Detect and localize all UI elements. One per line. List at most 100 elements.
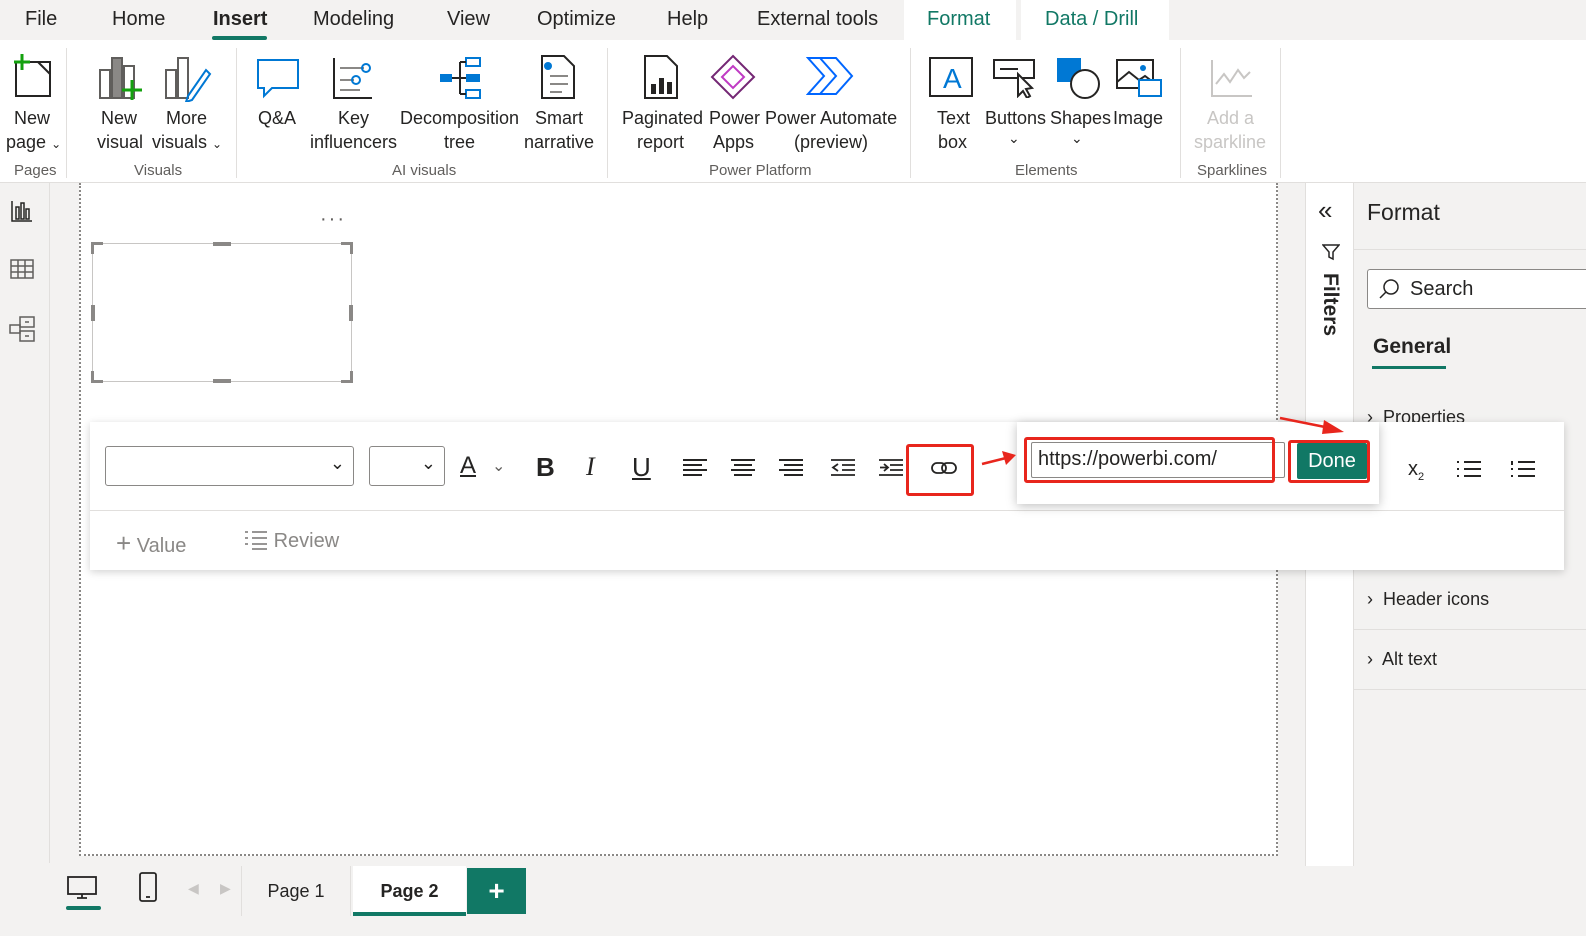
filter-icon bbox=[1322, 244, 1340, 261]
new-page-label-1: New bbox=[14, 108, 51, 128]
power-automate-label-2: (preview) bbox=[794, 132, 869, 152]
section-header-icons[interactable]: › Header icons bbox=[1367, 589, 1489, 610]
resize-handle[interactable] bbox=[213, 242, 231, 246]
search-icon bbox=[1379, 279, 1399, 299]
key-influencers-icon bbox=[333, 58, 372, 99]
group-label-elements: Elements bbox=[1015, 162, 1078, 179]
view-switcher bbox=[0, 183, 50, 863]
link-button-highlight bbox=[906, 444, 974, 496]
menu-home[interactable]: Home bbox=[112, 8, 165, 31]
resize-handle[interactable] bbox=[349, 305, 353, 321]
scroll-left-icon[interactable]: ◀ bbox=[188, 880, 199, 897]
add-page-button[interactable]: + bbox=[467, 868, 526, 914]
svg-text:A: A bbox=[943, 63, 962, 94]
font-color-icon[interactable]: A bbox=[460, 452, 476, 480]
add-value-button[interactable]: + Value bbox=[116, 528, 186, 559]
menu-external-tools[interactable]: External tools bbox=[757, 8, 878, 31]
smart-narrative-label-2: narrative bbox=[524, 132, 595, 152]
italic-icon[interactable]: I bbox=[586, 452, 595, 482]
ribbon: New page ⌄ Pages New visual More visuals… bbox=[0, 40, 1586, 183]
resize-handle[interactable] bbox=[341, 242, 353, 254]
page-tab-page-2[interactable]: Page 2 bbox=[353, 866, 466, 916]
ribbon-separator bbox=[607, 48, 608, 178]
chevron-right-icon: › bbox=[1367, 589, 1373, 609]
bulleted-list-icon[interactable] bbox=[1456, 460, 1482, 478]
power-apps-label-1: Power bbox=[709, 108, 761, 128]
group-label-sparklines: Sparklines bbox=[1197, 162, 1268, 179]
numbered-list-icon[interactable] bbox=[1510, 460, 1536, 478]
text-box-visual[interactable] bbox=[91, 242, 353, 383]
more-options-icon[interactable]: ··· bbox=[320, 209, 346, 229]
paginated-report-label-1: Paginated bbox=[622, 108, 704, 128]
bold-icon[interactable]: B bbox=[536, 452, 555, 483]
more-visuals-icon bbox=[165, 57, 212, 102]
new-visual-label-1: New bbox=[101, 108, 138, 128]
menu-view[interactable]: View bbox=[447, 8, 490, 31]
menu-modeling[interactable]: Modeling bbox=[313, 8, 394, 31]
power-apps-icon bbox=[710, 54, 756, 100]
menu-bar: File Home Insert Modeling View Optimize … bbox=[0, 0, 1586, 42]
menu-help[interactable]: Help bbox=[667, 8, 708, 31]
align-right-icon[interactable] bbox=[778, 458, 804, 478]
url-input-highlight bbox=[1024, 437, 1275, 483]
ribbon-separator bbox=[1280, 48, 1281, 178]
page-tab-page-1[interactable]: Page 1 bbox=[241, 866, 351, 916]
group-label-visuals: Visuals bbox=[134, 162, 183, 179]
shapes-icon bbox=[1057, 58, 1100, 99]
plus-icon: + bbox=[116, 528, 132, 558]
table-view-icon[interactable] bbox=[10, 257, 34, 281]
sparkline-icon bbox=[1211, 60, 1252, 97]
page-tabs-bar: ◀ ▶ Page 1 Page 2 + bbox=[0, 866, 1586, 936]
search-placeholder: Search bbox=[1410, 278, 1474, 300]
subscript-icon[interactable]: x2 bbox=[1408, 458, 1424, 483]
ribbon-separator bbox=[1180, 48, 1181, 178]
power-apps-label-2: Apps bbox=[713, 132, 755, 152]
align-center-icon[interactable] bbox=[730, 458, 756, 478]
add-sparkline-label-2: sparkline bbox=[1194, 132, 1267, 152]
resize-handle[interactable] bbox=[91, 371, 103, 383]
new-visual-icon bbox=[99, 57, 142, 100]
resize-handle[interactable] bbox=[213, 379, 231, 383]
collapse-chevrons-icon[interactable]: « bbox=[1318, 197, 1332, 223]
report-view-icon[interactable] bbox=[10, 199, 34, 223]
smart-narrative-label-1: Smart bbox=[535, 108, 584, 128]
paginated-report-label-2: report bbox=[637, 132, 685, 152]
menu-insert[interactable]: Insert bbox=[213, 8, 267, 31]
text-box-icon: A bbox=[929, 57, 973, 97]
resize-handle[interactable] bbox=[91, 242, 103, 254]
mobile-layout-icon[interactable] bbox=[138, 872, 158, 902]
section-alt-text[interactable]: › Alt text bbox=[1367, 649, 1437, 670]
menu-format[interactable]: Format bbox=[927, 8, 990, 31]
desktop-layout-underline bbox=[66, 906, 101, 910]
tab-general[interactable]: General bbox=[1373, 335, 1451, 359]
group-label-pages: Pages bbox=[14, 162, 57, 179]
divider bbox=[90, 510, 1564, 511]
chevron-down-icon[interactable]: ⌄ bbox=[492, 456, 505, 476]
scroll-right-icon[interactable]: ▶ bbox=[220, 880, 231, 897]
align-left-icon[interactable] bbox=[682, 458, 708, 478]
menu-optimize[interactable]: Optimize bbox=[537, 8, 616, 31]
search-input[interactable]: Search bbox=[1367, 269, 1586, 309]
decomposition-tree-label-2: tree bbox=[444, 132, 476, 152]
font-size-select[interactable]: ⌄ bbox=[369, 446, 445, 486]
menu-file[interactable]: File bbox=[25, 8, 57, 31]
desktop-layout-icon[interactable] bbox=[67, 876, 97, 900]
new-page-label-2: page ⌄ bbox=[6, 132, 62, 152]
font-family-select[interactable]: ⌄ bbox=[105, 446, 354, 486]
model-view-icon[interactable] bbox=[8, 315, 36, 343]
power-automate-icon bbox=[806, 57, 854, 95]
menu-data-drill[interactable]: Data / Drill bbox=[1045, 8, 1138, 31]
buttons-chevron-icon: ⌄ bbox=[1008, 130, 1020, 146]
qa-label: Q&A bbox=[258, 108, 297, 128]
decrease-indent-icon[interactable] bbox=[830, 458, 856, 478]
increase-indent-icon[interactable] bbox=[878, 458, 904, 478]
underline-icon[interactable]: U bbox=[632, 452, 651, 483]
review-button[interactable]: Review bbox=[244, 530, 339, 553]
ribbon-separator bbox=[910, 48, 911, 178]
paginated-report-icon bbox=[644, 55, 678, 99]
decomposition-tree-label-1: Decomposition bbox=[400, 108, 520, 128]
resize-handle[interactable] bbox=[341, 371, 353, 383]
key-influencers-label-2: influencers bbox=[310, 132, 398, 152]
new-visual-label-2: visual bbox=[97, 132, 144, 152]
resize-handle[interactable] bbox=[91, 305, 95, 321]
